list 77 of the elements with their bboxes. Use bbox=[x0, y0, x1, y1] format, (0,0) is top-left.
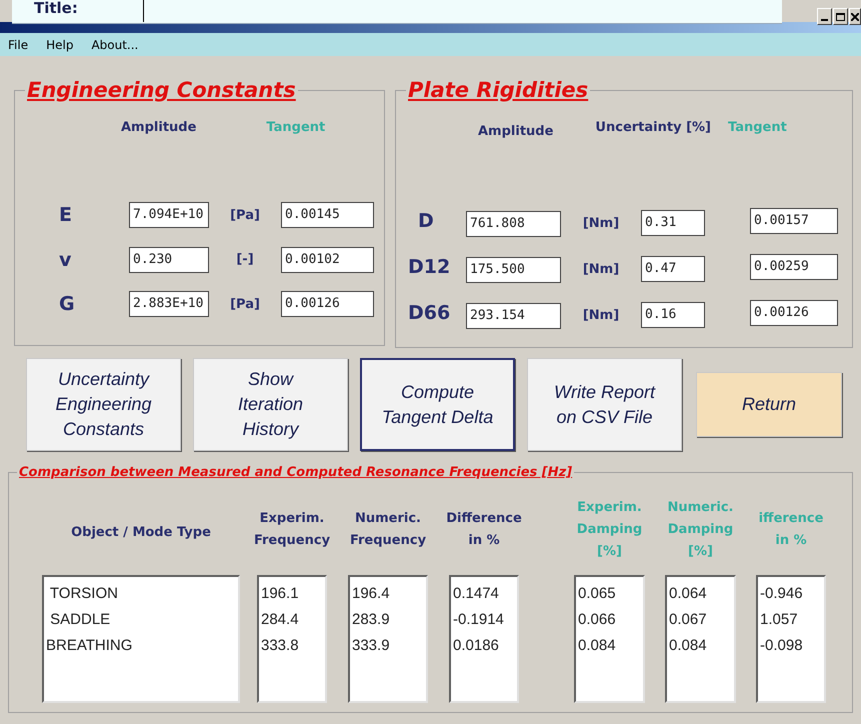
close-button[interactable] bbox=[849, 8, 861, 25]
unit-label: [Nm] bbox=[582, 307, 620, 326]
unit-label: [-] bbox=[235, 251, 255, 269]
panel-title: Engineering Constants bbox=[26, 78, 297, 102]
tangent-field[interactable]: 0.00157 bbox=[750, 208, 838, 234]
amplitude-field[interactable]: 2.883E+10 bbox=[129, 291, 209, 318]
symbol-label: D bbox=[417, 208, 435, 234]
column-header: Amplitude bbox=[121, 119, 196, 137]
list-item: -0.946 bbox=[760, 584, 804, 604]
panel-title: Comparison between Measured and Computed Resonance Frequencies [Hz] bbox=[18, 464, 574, 482]
amplitude-field[interactable]: 0.230 bbox=[129, 246, 209, 273]
list-item: 0.084 bbox=[669, 636, 708, 656]
tangent-field[interactable]: 0.00145 bbox=[281, 202, 374, 228]
menu-item[interactable]: Help bbox=[46, 36, 74, 54]
symbol-label: G bbox=[58, 292, 76, 317]
symbol-label: v bbox=[58, 248, 72, 272]
unit-label: [Nm] bbox=[582, 215, 620, 234]
list-item: 0.1474 bbox=[453, 584, 500, 604]
amplitude-field[interactable]: 175.500 bbox=[466, 257, 561, 283]
list-item: 284.4 bbox=[261, 610, 300, 630]
maximize-button[interactable] bbox=[833, 8, 848, 25]
column-header: Difference in % bbox=[446, 510, 522, 550]
menu-item[interactable]: File bbox=[8, 36, 28, 54]
title-field[interactable]: Title: bbox=[12, 0, 782, 24]
column-header: Numeric. Frequency bbox=[350, 510, 426, 550]
list-item: 0.066 bbox=[578, 610, 617, 630]
uncertainty-field[interactable]: 0.47 bbox=[641, 256, 705, 282]
list-item[interactable]: TORSION bbox=[46, 580, 236, 606]
tangent-field[interactable]: 0.00102 bbox=[281, 246, 374, 273]
column-header: Experim. Frequency bbox=[254, 510, 330, 550]
symbol-label: D12 bbox=[408, 254, 452, 280]
list-item: 1.057 bbox=[760, 610, 799, 630]
column-header: Numeric. Damping [%] bbox=[667, 498, 734, 560]
list-item: 333.9 bbox=[352, 636, 391, 656]
action-button[interactable]: Show Iteration History bbox=[193, 358, 348, 451]
column-header: Tangent bbox=[728, 119, 787, 137]
amplitude-field[interactable]: 761.808 bbox=[466, 211, 561, 237]
column-header: Experim. Damping [%] bbox=[576, 498, 642, 560]
return-button[interactable]: Return bbox=[696, 372, 842, 437]
uncertainty-field[interactable]: 0.31 bbox=[641, 210, 705, 236]
list-item: 333.8 bbox=[261, 636, 300, 656]
title-label: Title: bbox=[34, 0, 78, 19]
action-button[interactable]: Write Report on CSV File bbox=[527, 358, 682, 451]
unit-label: [Pa] bbox=[229, 206, 261, 224]
list-item: 0.065 bbox=[578, 584, 617, 604]
symbol-label: E bbox=[58, 203, 73, 228]
column-header: Object / Mode Type bbox=[71, 524, 211, 542]
menu-item[interactable]: About... bbox=[91, 36, 138, 54]
tangent-field[interactable]: 0.00126 bbox=[281, 291, 374, 318]
amplitude-field[interactable]: 7.094E+10 bbox=[129, 202, 209, 228]
list-item: 0.084 bbox=[578, 636, 617, 656]
uncertainty-field[interactable]: 0.16 bbox=[641, 302, 705, 328]
amplitude-field[interactable]: 293.154 bbox=[466, 303, 561, 329]
tangent-field[interactable]: 0.00126 bbox=[750, 300, 838, 326]
list-item: 196.4 bbox=[352, 584, 391, 604]
column-header: Uncertainty [%] bbox=[595, 119, 711, 137]
symbol-label: D66 bbox=[408, 300, 452, 326]
unit-label: [Pa] bbox=[229, 296, 261, 314]
list-item[interactable]: BREATHING bbox=[46, 632, 236, 658]
unit-label: [Nm] bbox=[582, 261, 620, 280]
list-item: -0.098 bbox=[760, 636, 804, 656]
action-button[interactable]: Uncertainty Engineering Constants bbox=[26, 358, 181, 451]
tangent-field[interactable]: 0.00259 bbox=[750, 254, 838, 280]
list-item: 196.1 bbox=[261, 584, 300, 604]
list-item: 0.067 bbox=[669, 610, 708, 630]
column-header: ifference in % bbox=[758, 510, 824, 550]
action-button[interactable]: Compute Tangent Delta bbox=[360, 358, 515, 451]
minimize-button[interactable] bbox=[817, 8, 832, 25]
list-item: -0.1914 bbox=[453, 610, 505, 630]
column-header: Tangent bbox=[266, 119, 326, 137]
list-item: 0.064 bbox=[669, 584, 708, 604]
column-header: Amplitude bbox=[478, 123, 554, 141]
list-item: 0.0186 bbox=[453, 636, 500, 656]
list-item[interactable]: SADDLE bbox=[46, 606, 236, 632]
close-icon bbox=[851, 12, 859, 20]
panel-title: Plate Rigidities bbox=[407, 78, 590, 102]
list-item: 283.9 bbox=[352, 610, 391, 630]
